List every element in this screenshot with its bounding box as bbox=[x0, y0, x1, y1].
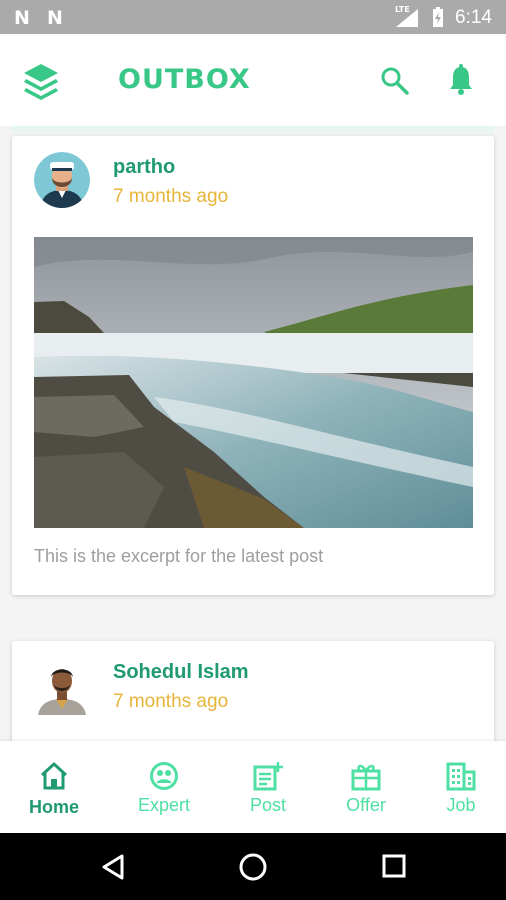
battery-icon bbox=[433, 7, 443, 27]
nav-label: Expert bbox=[137, 795, 191, 815]
bell-icon[interactable] bbox=[448, 64, 474, 96]
status-bar: N N LTE 6:14 bbox=[0, 0, 506, 34]
post-card[interactable]: partho 7 months ago This is the excerpt … bbox=[12, 136, 494, 595]
building-icon bbox=[446, 762, 476, 791]
signal-icon bbox=[396, 9, 418, 27]
post-excerpt: This is the excerpt for the latest post bbox=[34, 546, 324, 566]
gift-icon bbox=[351, 764, 381, 791]
nav-post[interactable]: Post bbox=[218, 741, 318, 833]
app-title: OUTBOX bbox=[118, 64, 251, 95]
back-icon[interactable] bbox=[100, 853, 126, 881]
avatar bbox=[34, 152, 90, 208]
layers-icon[interactable] bbox=[22, 62, 60, 100]
post-time: 7 months ago bbox=[113, 691, 229, 712]
clock: 6:14 bbox=[455, 7, 492, 28]
post-time: 7 months ago bbox=[113, 186, 229, 207]
home-icon bbox=[40, 762, 68, 790]
nav-home[interactable]: Home bbox=[4, 741, 104, 833]
nav-job[interactable]: Job bbox=[411, 741, 506, 833]
notification-n-icon: N bbox=[14, 7, 30, 29]
bottom-nav: Home Expert Post Offer Job bbox=[0, 741, 506, 833]
nav-label: Job bbox=[446, 795, 476, 815]
nav-expert[interactable]: Expert bbox=[114, 741, 214, 833]
recents-icon[interactable] bbox=[381, 853, 407, 879]
avatar bbox=[34, 659, 90, 715]
home-circle-icon[interactable] bbox=[238, 852, 268, 882]
app-bar-shadow bbox=[12, 126, 494, 136]
nav-label: Home bbox=[28, 797, 79, 817]
notification-n-icon: N bbox=[47, 7, 63, 29]
app-bar: OUTBOX bbox=[0, 34, 506, 126]
system-nav-bar bbox=[0, 833, 506, 900]
nav-label: Offer bbox=[346, 795, 386, 815]
nav-label: Post bbox=[249, 795, 287, 815]
post-image[interactable] bbox=[34, 237, 473, 528]
post-author[interactable]: Sohedul Islam bbox=[113, 661, 249, 684]
post-add-icon bbox=[253, 762, 283, 791]
post-author[interactable]: partho bbox=[113, 156, 175, 179]
nav-offer[interactable]: Offer bbox=[316, 741, 416, 833]
expert-icon bbox=[150, 762, 178, 790]
search-icon[interactable] bbox=[380, 66, 410, 96]
